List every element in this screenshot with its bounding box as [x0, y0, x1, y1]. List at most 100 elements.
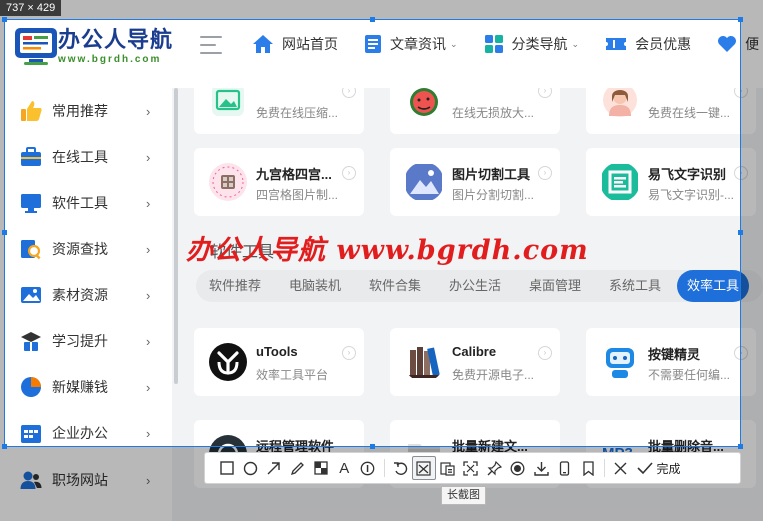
tool-card[interactable]: Calibre 免费开源电子... ›: [390, 328, 560, 396]
card-desc: 易飞文字识别-...: [648, 188, 734, 202]
tool-card[interactable]: 免费在线一键... ›: [586, 88, 756, 134]
sidebar-item-new-media[interactable]: 新媒赚钱 ›: [0, 364, 172, 410]
sidebar-label: 常用推荐: [52, 103, 108, 119]
resize-handle[interactable]: [2, 230, 7, 235]
ocr-text-icon[interactable]: [436, 456, 460, 480]
resize-handle[interactable]: [738, 444, 743, 449]
tab-software-bundle[interactable]: 软件合集: [369, 270, 421, 302]
card-title: uTools: [256, 344, 298, 359]
sidebar-item-materials[interactable]: 素材资源 ›: [0, 272, 172, 318]
top-nav: 网站首页 文章资讯 ⌄ 分类导航 ⌄ 会员优惠 便: [252, 34, 763, 54]
text-tool-icon[interactable]: A: [333, 456, 357, 480]
tab-system-tools[interactable]: 系统工具: [609, 270, 661, 302]
grid-photo-icon: [209, 163, 247, 201]
sidebar-label: 资源查找: [52, 241, 108, 257]
tab-pc-setup[interactable]: 电脑装机: [289, 270, 341, 302]
ticket-icon: [606, 38, 627, 50]
nav-label: 网站首页: [282, 36, 338, 52]
tool-card[interactable]: 易飞文字识别 易飞文字识别-... ›: [586, 148, 756, 216]
nav-label: 会员优惠: [635, 36, 692, 52]
resize-handle[interactable]: [2, 17, 7, 22]
sidebar-label: 新媒赚钱: [52, 379, 108, 395]
tool-card[interactable]: 按键精灵 不需要任何编... ›: [586, 328, 756, 396]
nav-label: 文章资讯: [390, 36, 446, 52]
go-arrow-icon[interactable]: ›: [342, 346, 356, 360]
go-arrow-icon[interactable]: ›: [342, 88, 356, 98]
nav-item-articles[interactable]: 文章资讯 ⌄: [364, 34, 458, 54]
undo-icon[interactable]: [389, 456, 413, 480]
save-download-icon[interactable]: [530, 456, 554, 480]
grid-icon: [484, 35, 503, 53]
rectangle-tool-icon[interactable]: [215, 456, 239, 480]
tool-card[interactable]: uTools 效率工具平台 ›: [194, 328, 364, 396]
resize-handle[interactable]: [2, 444, 7, 449]
long-screenshot-icon[interactable]: [412, 456, 436, 480]
close-icon[interactable]: [609, 456, 633, 480]
heart-icon: [718, 36, 737, 52]
pin-icon[interactable]: [483, 456, 507, 480]
nav-item-categories[interactable]: 分类导航 ⌄: [484, 34, 579, 54]
favorite-bookmark-icon[interactable]: [577, 456, 601, 480]
pie-chart-icon: [21, 377, 41, 397]
card-desc: 图片分割切割...: [452, 188, 535, 202]
menu-toggle-icon[interactable]: [200, 36, 222, 60]
tool-card[interactable]: 免费在线压缩... ›: [194, 88, 364, 134]
card-title: 图片切割工具: [452, 167, 531, 182]
scroll-capture-icon[interactable]: [459, 456, 483, 480]
record-icon[interactable]: [506, 456, 530, 480]
sidebar-item-online-tools[interactable]: 在线工具 ›: [0, 134, 172, 180]
avatar-girl-icon: [603, 88, 637, 117]
go-arrow-icon[interactable]: ›: [538, 166, 552, 180]
image-icon: [21, 287, 41, 303]
go-arrow-icon[interactable]: ›: [342, 166, 356, 180]
pen-tool-icon[interactable]: [286, 456, 310, 480]
resize-handle[interactable]: [370, 444, 375, 449]
chevron-down-icon: ⌄: [450, 38, 458, 49]
go-arrow-icon[interactable]: ›: [538, 346, 552, 360]
sidebar-label: 学习提升: [52, 333, 108, 349]
tab-desktop-manage[interactable]: 桌面管理: [529, 270, 581, 302]
tool-card[interactable]: 九宫格四宫... 四宫格图片制... ›: [194, 148, 364, 216]
category-tabs: 软件推荐 电脑装机 软件合集 办公生活 桌面管理 系统工具 效率工具: [196, 270, 763, 302]
arrow-tool-icon[interactable]: [262, 456, 286, 480]
sidebar-item-recommended[interactable]: 常用推荐 ›: [0, 88, 172, 134]
chevron-right-icon: ›: [146, 195, 151, 211]
sidebar-item-learning[interactable]: 学习提升 ›: [0, 318, 172, 364]
done-label: 完成: [656, 461, 681, 476]
resize-handle[interactable]: [738, 230, 743, 235]
capture-toolbar: A 完成: [204, 452, 741, 484]
phone-icon[interactable]: [553, 456, 577, 480]
toolbar-divider: [383, 459, 385, 477]
sidebar-item-resource-search[interactable]: 资源查找 ›: [0, 226, 172, 272]
monitor-icon: [21, 194, 41, 213]
chevron-right-icon: ›: [146, 149, 151, 165]
document-icon: [365, 35, 381, 53]
books-icon: [408, 347, 440, 378]
tool-card[interactable]: 图片切割工具 图片分割切割... ›: [390, 148, 560, 216]
ellipse-tool-icon[interactable]: [239, 456, 263, 480]
tab-office-life[interactable]: 办公生活: [449, 270, 501, 302]
sidebar-scrollbar[interactable]: [174, 88, 178, 384]
resize-handle[interactable]: [370, 17, 375, 22]
brand[interactable]: 办公人导航 www.bgrdh.com: [58, 28, 173, 66]
sidebar-label: 企业办公: [52, 425, 108, 441]
chevron-right-icon: ›: [146, 379, 151, 395]
resize-handle[interactable]: [738, 17, 743, 22]
logo-icon[interactable]: [14, 26, 58, 66]
number-tool-icon[interactable]: [356, 456, 380, 480]
done-button[interactable]: 完成: [636, 460, 681, 477]
tab-software-recommend[interactable]: 软件推荐: [209, 270, 261, 302]
nav-item-member[interactable]: 会员优惠: [605, 34, 691, 54]
mosaic-tool-icon[interactable]: [309, 456, 333, 480]
tool-card[interactable]: 在线无损放大... ›: [390, 88, 560, 134]
nav-item-home[interactable]: 网站首页: [252, 34, 338, 54]
watermark-text: 办公人导航 www.bgrdh.com: [186, 235, 589, 266]
card-title: 九宫格四宫...: [256, 167, 332, 182]
utools-icon: [209, 343, 247, 381]
card-desc: 免费在线一键...: [648, 106, 731, 120]
card-title: 易飞文字识别: [648, 167, 727, 182]
sidebar-label: 在线工具: [52, 149, 108, 165]
tab-efficiency-tools[interactable]: 效率工具: [677, 270, 750, 302]
go-arrow-icon[interactable]: ›: [538, 88, 552, 98]
sidebar-item-software[interactable]: 软件工具 ›: [0, 180, 172, 226]
